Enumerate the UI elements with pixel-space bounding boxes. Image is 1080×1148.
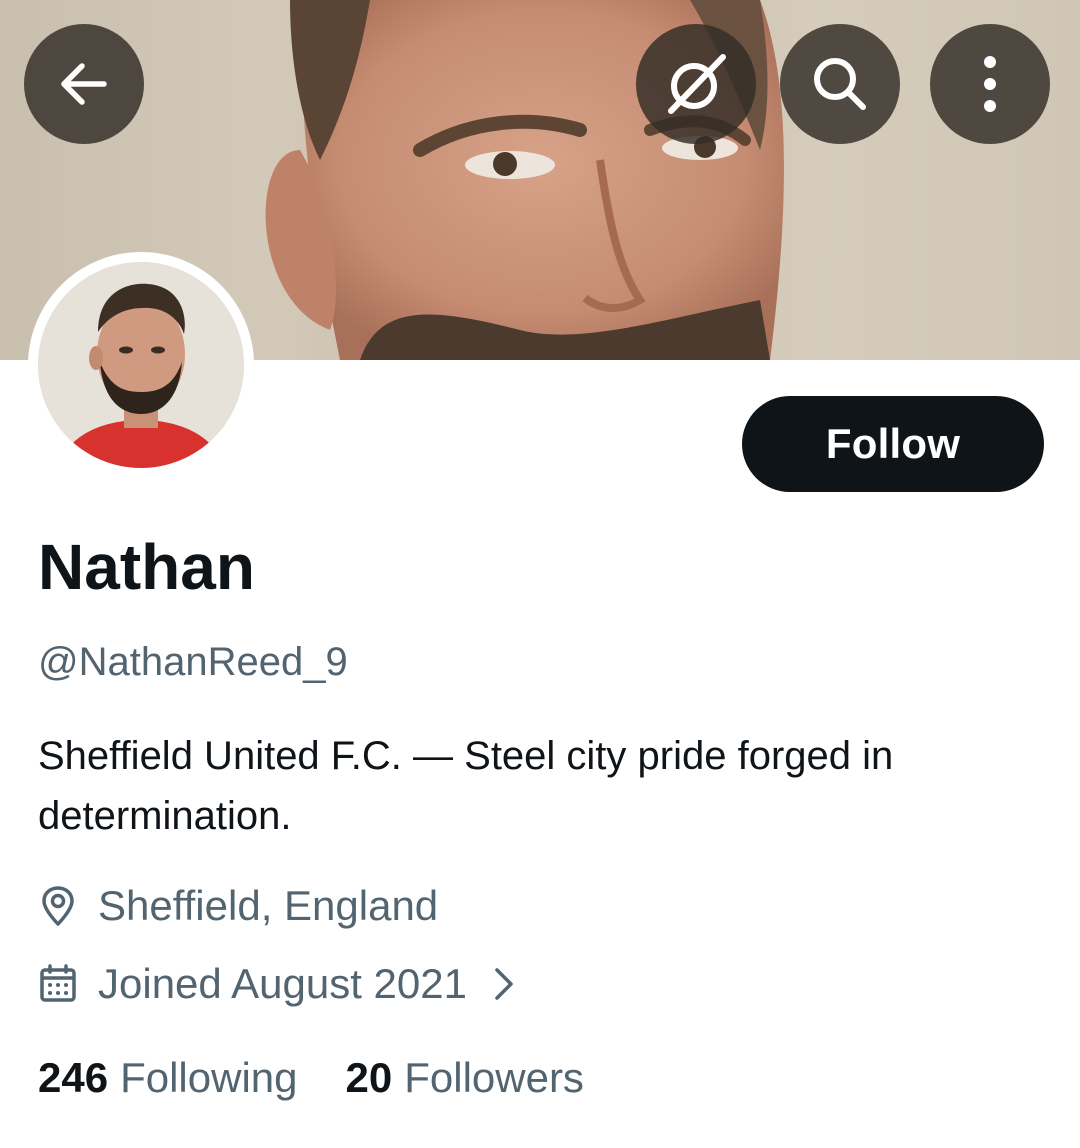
joined-text: Joined August 2021 bbox=[98, 960, 467, 1007]
more-options-button[interactable] bbox=[930, 24, 1050, 144]
calendar-icon bbox=[40, 964, 76, 1002]
follow-button[interactable]: Follow bbox=[742, 396, 1044, 492]
followers-count: 20 bbox=[345, 1054, 393, 1101]
following-link[interactable]: 246 Following bbox=[38, 1054, 298, 1102]
search-button[interactable] bbox=[780, 24, 900, 144]
search-icon bbox=[814, 58, 866, 110]
display-name: Nathan bbox=[38, 531, 255, 603]
back-button[interactable] bbox=[24, 24, 144, 144]
follow-stats: 246 Following 20 Followers bbox=[38, 1054, 584, 1102]
grok-button[interactable] bbox=[636, 24, 756, 144]
profile-bio: Sheffield United F.C. — Steel city pride… bbox=[38, 734, 894, 838]
followers-link[interactable]: 20 Followers bbox=[346, 1054, 584, 1102]
follow-button-label: Follow bbox=[825, 420, 961, 467]
location-row: Sheffield, England bbox=[38, 882, 438, 930]
more-vertical-icon bbox=[984, 56, 996, 112]
following-label: Following bbox=[120, 1054, 298, 1101]
arrow-left-icon bbox=[61, 63, 107, 105]
avatar-image bbox=[38, 262, 244, 468]
chevron-right-icon bbox=[495, 968, 513, 1000]
location-pin-icon bbox=[42, 886, 74, 926]
profile-avatar[interactable] bbox=[28, 252, 254, 478]
grok-icon bbox=[668, 54, 726, 114]
user-handle: @NathanReed_9 bbox=[38, 640, 348, 684]
location-text: Sheffield, England bbox=[98, 882, 439, 929]
joined-row[interactable]: Joined August 2021 bbox=[38, 960, 515, 1008]
followers-label: Followers bbox=[404, 1054, 584, 1101]
following-count: 246 bbox=[38, 1054, 109, 1101]
